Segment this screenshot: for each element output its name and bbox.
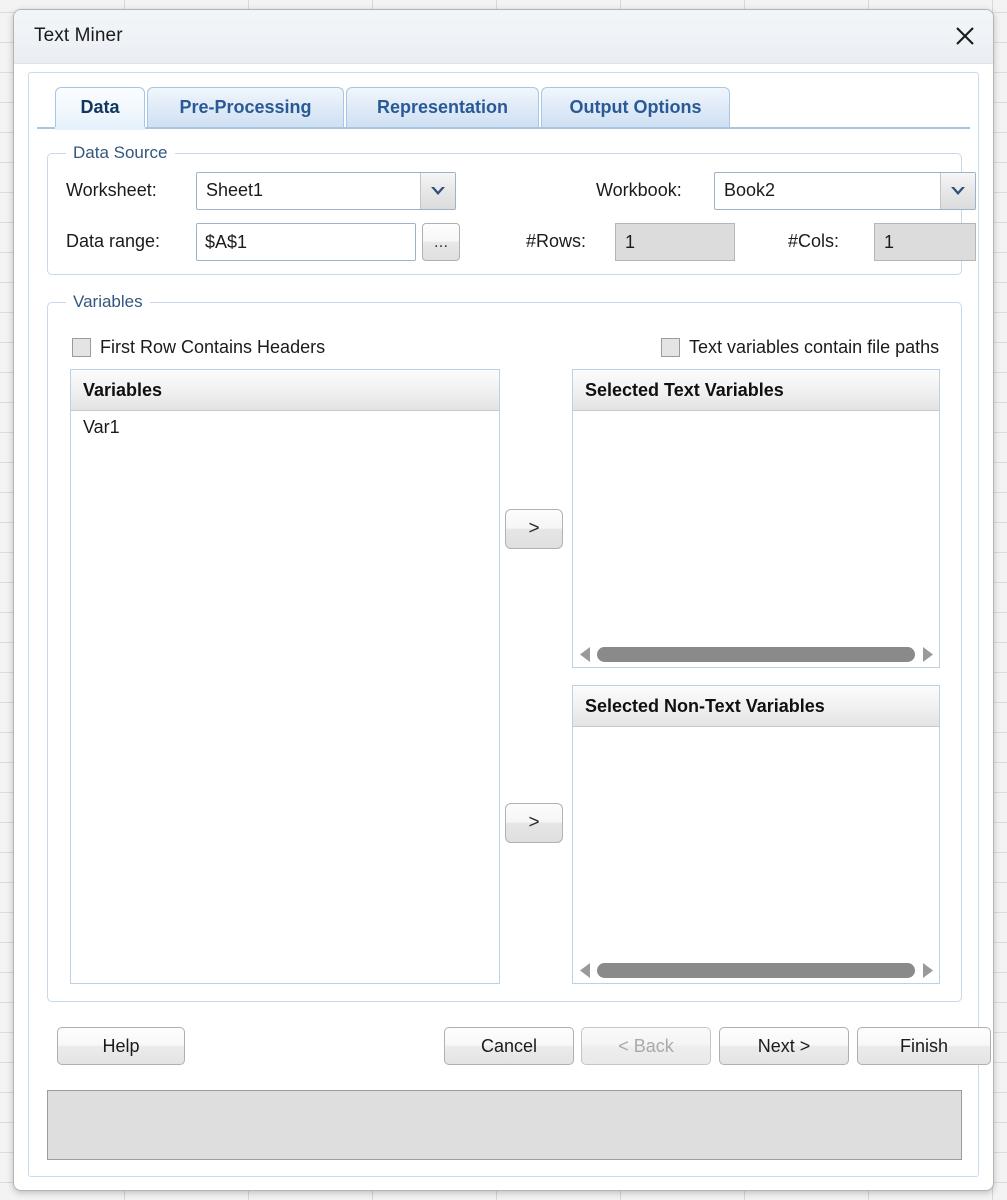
help-button-label: Help — [102, 1035, 140, 1056]
tab-bar: Data Pre-Processing Representation Outpu… — [37, 87, 970, 129]
tab-output-options-label: Output Options — [569, 97, 702, 117]
finish-button[interactable]: Finish — [857, 1027, 991, 1065]
scroll-left-icon[interactable] — [577, 646, 593, 662]
selected-non-text-variables-listbox[interactable]: Selected Non-Text Variables — [572, 685, 940, 984]
file-paths-label: Text variables contain file paths — [689, 337, 940, 357]
selected-non-text-variables-scrollbar[interactable] — [573, 957, 939, 983]
tab-active-indicator — [55, 127, 145, 130]
data-range-browse-label: ... — [433, 232, 449, 251]
cols-value: 1 — [874, 223, 976, 261]
rows-value: 1 — [615, 223, 735, 261]
close-icon[interactable] — [948, 20, 982, 52]
selected-text-variables-header: Selected Text Variables — [573, 370, 939, 411]
move-to-text-variables-button[interactable]: > — [505, 509, 563, 549]
data-range-input[interactable] — [196, 223, 416, 261]
scroll-right-icon[interactable] — [919, 962, 935, 978]
tab-data-label: Data — [80, 97, 120, 117]
data-range-label: Data range: — [66, 231, 161, 251]
variables-group: Variables First Row Contains Headers Tex… — [47, 292, 962, 1002]
variables-listbox-body[interactable]: Var1 — [71, 411, 499, 444]
finish-button-label: Finish — [899, 1035, 948, 1056]
chevron-down-icon[interactable] — [940, 173, 975, 209]
cancel-button-label: Cancel — [480, 1035, 538, 1056]
text-miner-dialog: Text Miner Data Pre-Processing Represent… — [13, 9, 994, 1191]
first-row-headers-checkbox[interactable]: First Row Contains Headers — [72, 337, 325, 358]
dialog-title: Text Miner — [34, 25, 123, 46]
move-to-non-text-variables-label: > — [528, 812, 540, 833]
workbook-combo[interactable]: Book2 — [714, 172, 976, 210]
data-source-group: Data Source Worksheet: Sheet1 Workbook: … — [47, 143, 976, 275]
worksheet-label: Worksheet: — [66, 180, 157, 200]
checkbox-box-icon — [661, 338, 680, 357]
cancel-button[interactable]: Cancel — [444, 1027, 574, 1065]
file-paths-checkbox[interactable]: Text variables contain file paths — [661, 337, 939, 358]
scrollbar-thumb[interactable] — [597, 646, 915, 662]
rows-label: #Rows: — [526, 231, 587, 251]
selected-non-text-variables-header: Selected Non-Text Variables — [573, 686, 939, 727]
scroll-right-icon[interactable] — [919, 646, 935, 662]
list-item[interactable]: Var1 — [71, 411, 499, 444]
checkbox-box-icon — [72, 338, 91, 357]
dialog-content: Data Pre-Processing Representation Outpu… — [28, 72, 991, 1177]
workbook-label: Workbook: — [596, 180, 682, 200]
tab-underline — [37, 127, 970, 129]
selected-text-variables-listbox[interactable]: Selected Text Variables — [572, 369, 940, 668]
variables-group-title: Variables — [66, 292, 150, 312]
scroll-left-icon[interactable] — [577, 962, 593, 978]
selected-text-variables-scrollbar[interactable] — [573, 641, 939, 667]
first-row-headers-label: First Row Contains Headers — [100, 337, 326, 357]
scrollbar-track[interactable] — [597, 962, 915, 978]
status-panel — [47, 1090, 962, 1160]
variables-listbox[interactable]: Variables Var1 — [70, 369, 500, 984]
move-to-non-text-variables-button[interactable]: > — [505, 803, 563, 843]
scrollbar-track[interactable] — [597, 646, 915, 662]
tab-representation[interactable]: Representation — [346, 87, 539, 127]
next-button-label: Next > — [757, 1035, 811, 1056]
tab-pre-processing[interactable]: Pre-Processing — [147, 87, 344, 127]
worksheet-combo[interactable]: Sheet1 — [196, 172, 456, 210]
worksheet-value: Sheet1 — [206, 180, 264, 200]
next-button[interactable]: Next > — [719, 1027, 849, 1065]
dialog-titlebar: Text Miner — [14, 10, 993, 64]
data-range-browse-button[interactable]: ... — [422, 223, 460, 261]
workbook-value: Book2 — [724, 180, 776, 200]
tab-data[interactable]: Data — [55, 87, 145, 127]
chevron-down-icon[interactable] — [420, 173, 455, 209]
variables-listbox-header: Variables — [71, 370, 499, 411]
tab-output-options[interactable]: Output Options — [541, 87, 730, 127]
cols-label: #Cols: — [788, 231, 840, 251]
data-source-group-title: Data Source — [66, 143, 175, 163]
tab-pre-processing-label: Pre-Processing — [179, 97, 312, 117]
tab-representation-label: Representation — [376, 97, 509, 117]
scrollbar-thumb[interactable] — [597, 962, 915, 978]
back-button[interactable]: < Back — [581, 1027, 711, 1065]
help-button[interactable]: Help — [57, 1027, 185, 1065]
move-to-text-variables-label: > — [528, 518, 540, 539]
back-button-label: < Back — [618, 1035, 674, 1056]
